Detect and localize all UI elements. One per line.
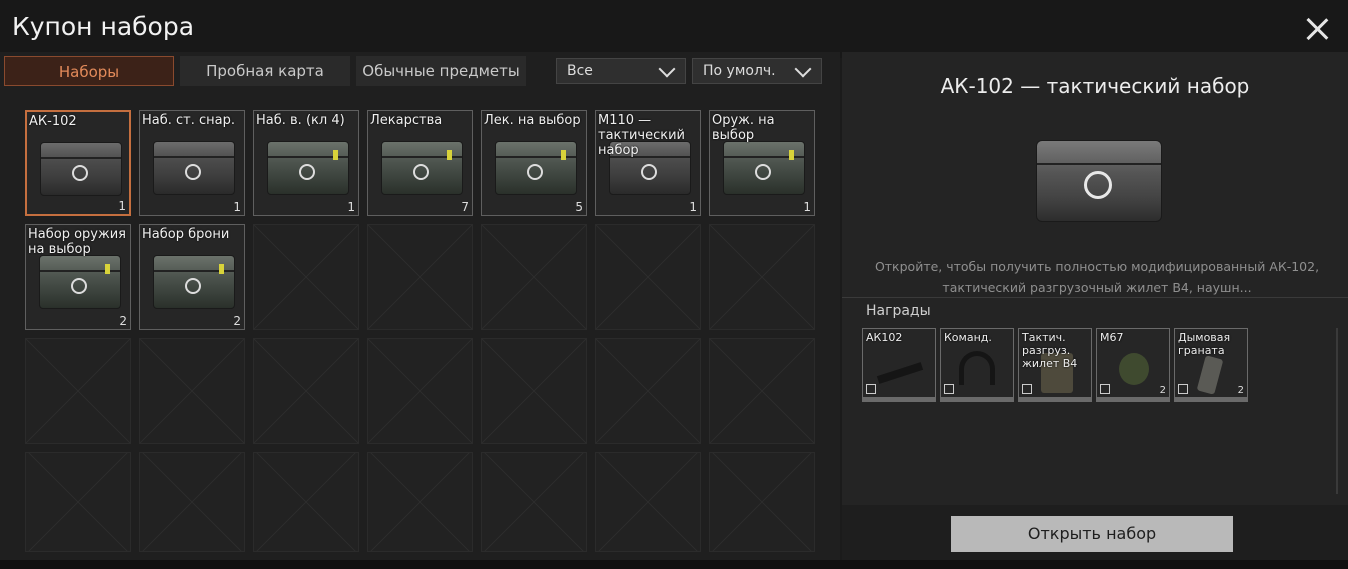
item-count: 5 (575, 200, 583, 214)
reward-count: 2 (1159, 385, 1166, 396)
empty-slot (595, 452, 701, 552)
empty-slot (367, 224, 473, 330)
item-name: АК-102 (29, 114, 77, 129)
grenade-icon (1119, 353, 1149, 385)
item-count: 1 (689, 200, 697, 214)
empty-slot (709, 224, 815, 330)
item-slot-class4-set[interactable]: Наб. в. (кл 4) 1 (253, 110, 359, 216)
crate-icon (153, 141, 235, 195)
item-count: 1 (347, 200, 355, 214)
open-set-button[interactable]: Открыть набор (951, 516, 1233, 552)
item-slot-medicine-choice[interactable]: Лек. на выбор 5 (481, 110, 587, 216)
detail-title: АК-102 — тактический набор (940, 74, 1250, 98)
empty-slot (481, 452, 587, 552)
chevron-down-icon (658, 60, 676, 78)
item-name: Наб. ст. снар. (142, 113, 236, 128)
reward-m67-grenade[interactable]: М67 2 (1096, 328, 1170, 402)
empty-slot (709, 338, 815, 444)
empty-slot (595, 338, 701, 444)
empty-slot (367, 338, 473, 444)
divider (842, 297, 1348, 298)
item-count: 7 (461, 200, 469, 214)
tab-common-items[interactable]: Обычные предметы (356, 56, 526, 86)
empty-slot (253, 338, 359, 444)
box-icon (1100, 384, 1110, 394)
reward-tactical-vest[interactable]: Тактич. разгруз. жилет В4 (1018, 328, 1092, 402)
item-slot-armor-set[interactable]: Набор брони 2 (139, 224, 245, 330)
item-slot-weapon-choice[interactable]: Оруж. на выбор 1 (709, 110, 815, 216)
empty-slot (25, 338, 131, 444)
box-icon (944, 384, 954, 394)
reward-name: Тактич. разгруз. жилет В4 (1022, 331, 1078, 370)
crate-icon (495, 141, 577, 195)
crate-icon (39, 255, 121, 309)
reward-name: Дымовая граната (1178, 331, 1231, 357)
reward-name: АК102 (866, 331, 903, 344)
item-slot-weapon-set-choice[interactable]: Набор оружия на выбор 2 (25, 224, 131, 330)
window-title: Купон набора (12, 12, 195, 41)
item-name: Наб. в. (кл 4) (256, 113, 345, 128)
reward-smoke-grenade[interactable]: Дымовая граната 2 (1174, 328, 1248, 402)
empty-slot (253, 452, 359, 552)
crate-icon (40, 142, 122, 196)
chevron-down-icon (794, 60, 812, 78)
item-slot-standard-gear[interactable]: Наб. ст. снар. 1 (139, 110, 245, 216)
detail-description: Откройте, чтобы получить полностью модиф… (874, 259, 1320, 295)
reward-name: Команд. (944, 331, 992, 344)
crate-icon (723, 141, 805, 195)
box-icon (866, 384, 876, 394)
empty-slot (481, 224, 587, 330)
item-count: 2 (233, 314, 241, 328)
crate-icon (381, 141, 463, 195)
item-count: 2 (119, 314, 127, 328)
empty-slot (367, 452, 473, 552)
reward-headset[interactable]: Команд. (940, 328, 1014, 402)
sort-dropdown-value: По умолч. (703, 63, 776, 79)
reward-ak102[interactable]: АК102 (862, 328, 936, 402)
item-slot-ak102[interactable]: АК-102 1 (25, 110, 131, 216)
item-slot-medicine[interactable]: Лекарства 7 (367, 110, 473, 216)
empty-slot (139, 338, 245, 444)
category-dropdown-value: Все (567, 63, 593, 79)
item-name: Набор оружия на выбор (28, 227, 126, 257)
empty-slot (25, 452, 131, 552)
sort-dropdown[interactable]: По умолч. (692, 58, 822, 84)
smoke-grenade-icon (1196, 355, 1224, 395)
rewards-scrollbar[interactable] (1336, 328, 1338, 494)
reward-name: М67 (1100, 331, 1124, 344)
title-bar (0, 0, 1348, 58)
headset-icon (959, 351, 995, 385)
bottom-strip (0, 560, 1348, 569)
crate-icon (153, 255, 235, 309)
rifle-icon (876, 362, 924, 384)
item-name: М110 — тактический набор (598, 113, 685, 158)
item-count: 1 (233, 200, 241, 214)
box-icon (1022, 384, 1032, 394)
close-icon[interactable] (1302, 14, 1332, 44)
item-name: Набор брони (142, 227, 230, 242)
tab-trial-card[interactable]: Пробная карта (180, 56, 350, 86)
item-count: 1 (803, 200, 811, 214)
rewards-label: Награды (866, 303, 931, 319)
category-dropdown[interactable]: Все (556, 58, 686, 84)
empty-slot (595, 224, 701, 330)
box-icon (1178, 384, 1188, 394)
item-count: 1 (118, 199, 126, 213)
reward-count: 2 (1237, 385, 1244, 396)
empty-slot (481, 338, 587, 444)
empty-slot (139, 452, 245, 552)
item-slot-m110-set[interactable]: М110 — тактический набор 1 (595, 110, 701, 216)
crate-icon (267, 141, 349, 195)
empty-slot (253, 224, 359, 330)
item-name: Лекарства (370, 113, 443, 128)
tab-sets[interactable]: Наборы (4, 56, 174, 86)
item-name: Оруж. на выбор (712, 113, 775, 143)
item-name: Лек. на выбор (484, 113, 581, 128)
crate-icon (1036, 140, 1162, 222)
empty-slot (709, 452, 815, 552)
